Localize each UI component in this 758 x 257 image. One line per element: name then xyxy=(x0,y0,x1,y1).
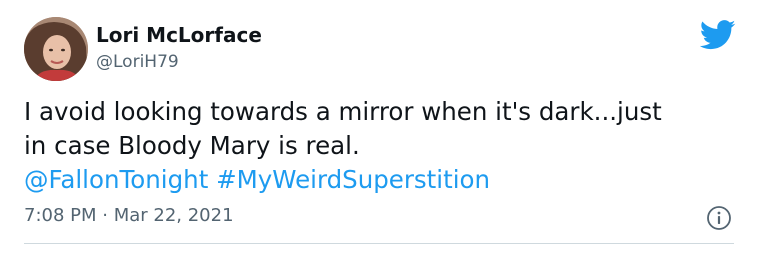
twitter-bird-icon[interactable] xyxy=(700,20,736,50)
tweet-tags-line: @FallonTonight #MyWeirdSuperstition xyxy=(24,163,734,197)
tweet-card: Lori McLorface @LoriH79 I avoid looking … xyxy=(0,0,758,257)
avatar-photo xyxy=(24,17,88,81)
meta-separator: · xyxy=(96,205,114,226)
divider xyxy=(24,243,734,244)
mention-link[interactable]: @FallonTonight xyxy=(24,165,208,194)
tweet-text-line-1: I avoid looking towards a mirror when it… xyxy=(24,97,662,126)
tweet-text-line-2: in case Bloody Mary is real. xyxy=(24,131,360,160)
info-icon[interactable] xyxy=(706,205,732,231)
avatar[interactable] xyxy=(24,17,88,81)
author-name[interactable]: Lori McLorface xyxy=(96,23,262,47)
tweet-time: 7:08 PM xyxy=(24,205,97,226)
tweet-timestamp[interactable]: 7:08 PM · Mar 22, 2021 xyxy=(24,205,234,227)
author-handle[interactable]: @LoriH79 xyxy=(96,51,179,73)
tweet-date: Mar 22, 2021 xyxy=(113,205,234,226)
hashtag-link[interactable]: #MyWeirdSuperstition xyxy=(216,165,490,194)
tweet-text: I avoid looking towards a mirror when it… xyxy=(24,95,734,197)
